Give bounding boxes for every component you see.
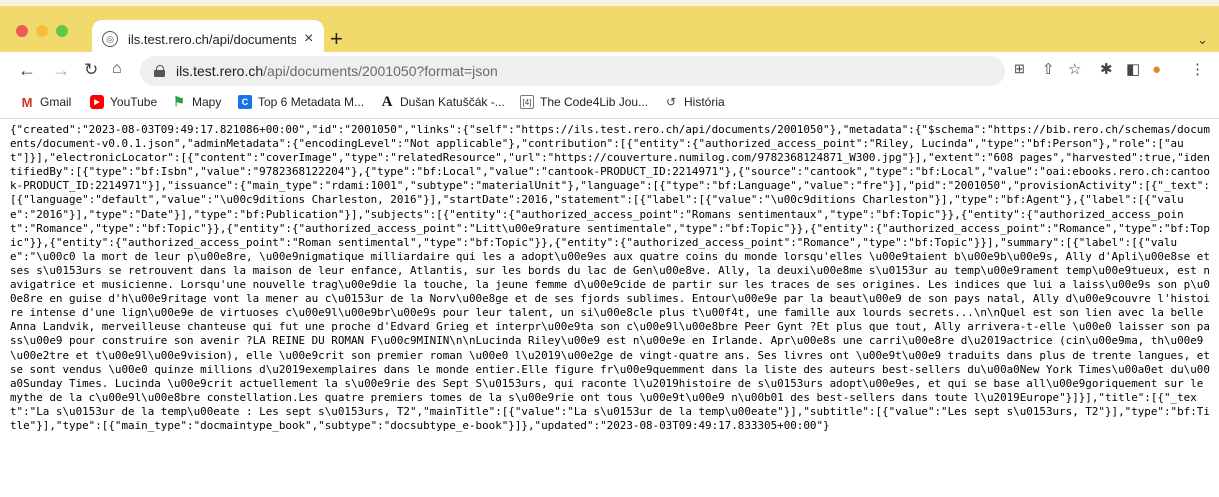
url-host: ils.test.rero.ch <box>176 63 264 79</box>
tab-title: ils.test.rero.ch/api/documents/ <box>128 31 296 47</box>
url-path: /api/documents/2001050?format=json <box>263 63 498 79</box>
chevron-down-icon[interactable]: ⌄ <box>1197 32 1208 48</box>
bookmark-label: História <box>684 95 725 109</box>
bookmark-label: The Code4Lib Jou... <box>540 95 649 109</box>
letter-a-icon: A <box>381 93 393 110</box>
browser-toolbar: ← → ↻ ⌂ ils.test.rero.ch/api/documents/2… <box>0 52 1219 90</box>
close-tab-icon[interactable]: × <box>304 31 313 47</box>
extensions-puzzle-icon[interactable]: ✱ <box>1100 62 1113 77</box>
new-tab-button[interactable]: + <box>330 28 343 50</box>
bookmark-mapy[interactable]: ⚑ Mapy <box>172 94 222 109</box>
bookmark-label: Gmail <box>40 95 72 109</box>
code4lib-icon: [4] <box>520 95 534 109</box>
bookmark-dusan[interactable]: A Dušan Katuščák -... <box>380 93 505 110</box>
address-bar[interactable]: ils.test.rero.ch/api/documents/2001050?f… <box>140 56 1005 86</box>
window-controls <box>16 25 68 37</box>
maximize-window-button[interactable] <box>56 25 68 37</box>
history-icon: ↺ <box>665 95 677 109</box>
bookmark-label: Top 6 Metadata M... <box>258 95 365 109</box>
bookmarks-bar: M Gmail ▶ YouTube ⚑ Mapy C Top 6 Metadat… <box>0 90 1219 118</box>
bookmark-metadata[interactable]: C Top 6 Metadata M... <box>238 95 364 109</box>
bookmark-code4lib[interactable]: [4] The Code4Lib Jou... <box>520 95 648 109</box>
bookmark-star-icon[interactable]: ☆ <box>1068 62 1081 77</box>
translate-icon[interactable]: ⊞ <box>1014 62 1025 75</box>
bookmark-historia[interactable]: ↺ História <box>664 95 725 109</box>
json-response-body: {"created":"2023-08-03T09:49:17.821086+0… <box>10 123 1217 432</box>
gmail-icon: M <box>21 94 33 110</box>
back-arrow-icon[interactable]: ← <box>18 61 36 79</box>
reload-icon[interactable]: ↻ <box>84 61 98 78</box>
bookmark-label: Mapy <box>192 95 222 109</box>
toolbar-divider <box>0 118 1219 119</box>
side-panel-icon[interactable]: ◧ <box>1126 62 1140 77</box>
tab-bar: ◎ ils.test.rero.ch/api/documents/ × + ⌄ <box>0 6 1219 58</box>
url-text: ils.test.rero.ch/api/documents/2001050?f… <box>176 63 498 79</box>
bookmark-youtube[interactable]: ▶ YouTube <box>90 95 157 109</box>
forward-arrow-icon[interactable]: → <box>52 61 70 79</box>
bookmark-gmail[interactable]: M Gmail <box>20 94 72 110</box>
share-icon[interactable]: ⇧ <box>1042 62 1055 77</box>
bookmark-label: Dušan Katuščák -... <box>400 95 505 109</box>
globe-icon: ◎ <box>102 31 118 47</box>
close-window-button[interactable] <box>16 25 28 37</box>
bookmark-label: YouTube <box>110 95 158 109</box>
minimize-window-button[interactable] <box>36 25 48 37</box>
lock-icon[interactable] <box>154 65 166 77</box>
youtube-icon: ▶ <box>90 95 104 109</box>
mapy-icon: ⚑ <box>173 94 185 109</box>
kebab-menu-icon[interactable]: ⋮ <box>1190 62 1205 77</box>
profile-avatar-icon[interactable]: ● <box>1152 62 1161 77</box>
metadata-icon: C <box>238 95 252 109</box>
home-icon[interactable]: ⌂ <box>112 61 122 77</box>
